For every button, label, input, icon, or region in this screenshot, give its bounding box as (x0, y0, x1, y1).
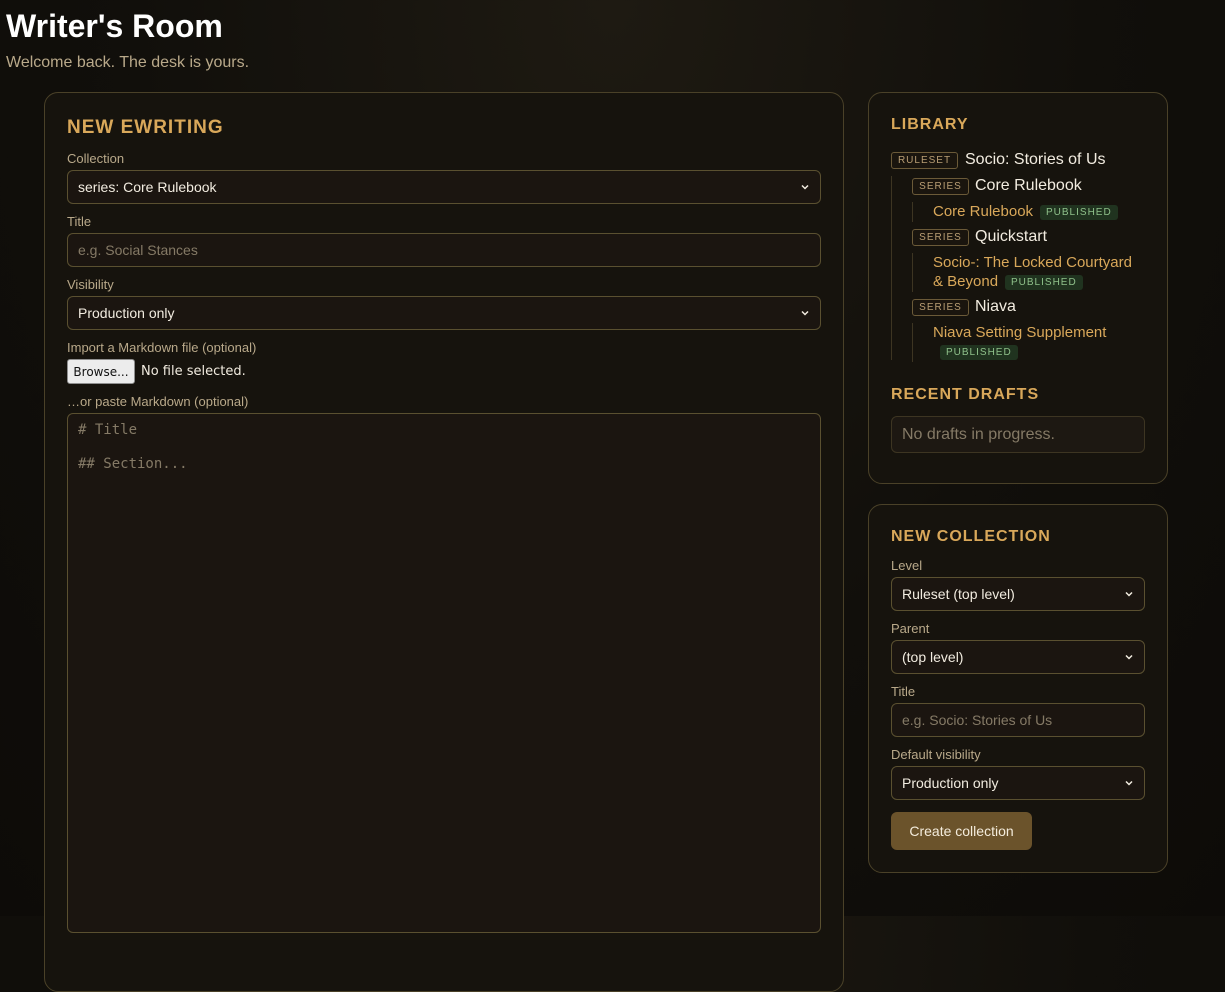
parent-select-value: (top level) (902, 649, 964, 665)
chevron-down-icon (1125, 654, 1133, 660)
series-badge: SERIES (912, 229, 969, 246)
default-visibility-value: Production only (902, 775, 999, 791)
tree-connector (891, 176, 892, 360)
ruleset-badge: RULESET (891, 152, 958, 169)
doc-core-rulebook[interactable]: Core Rulebook (933, 202, 1033, 221)
paste-label: …or paste Markdown (optional) (67, 394, 249, 409)
level-label: Level (891, 558, 923, 573)
create-collection-button[interactable]: Create collection (891, 812, 1032, 850)
library-heading: LIBRARY (891, 116, 969, 133)
published-badge: PUBLISHED (940, 345, 1018, 360)
series-quickstart[interactable]: Quickstart (975, 228, 1047, 246)
page-title: Writer's Room (6, 8, 223, 44)
markdown-placeholder-line: # Title (78, 422, 138, 438)
ruleset-title[interactable]: Socio: Stories of Us (965, 151, 1106, 169)
chevron-down-icon (1125, 591, 1133, 597)
title-input-placeholder: e.g. Social Stances (78, 242, 198, 258)
title-label: Title (67, 214, 92, 229)
series-niava[interactable]: Niava (975, 298, 1016, 316)
series-badge: SERIES (912, 178, 969, 195)
series-badge: SERIES (912, 299, 969, 316)
default-visibility-select[interactable]: Production only (891, 766, 1145, 800)
series-core-rulebook[interactable]: Core Rulebook (975, 177, 1082, 195)
collection-title-label: Title (891, 684, 916, 699)
new-collection-heading: NEW COLLECTION (891, 528, 1051, 545)
tree-connector (912, 253, 913, 292)
default-visibility-label: Default visibility (891, 747, 981, 762)
browse-button[interactable]: Browse... (67, 359, 135, 384)
new-writing-heading: NEW EWRITING (67, 117, 224, 138)
visibility-label: Visibility (67, 277, 114, 292)
markdown-placeholder-line: ## Section... (78, 456, 188, 472)
collection-title-input[interactable]: e.g. Socio: Stories of Us (891, 703, 1145, 737)
recent-drafts-heading: RECENT DRAFTS (891, 386, 1040, 403)
collection-select[interactable]: series: Core Rulebook (67, 170, 821, 204)
published-badge: PUBLISHED (1005, 275, 1083, 290)
doc-locked-courtyard-line2[interactable]: & Beyond (933, 272, 998, 291)
recent-drafts-empty: No drafts in progress. (891, 416, 1145, 453)
collection-title-placeholder: e.g. Socio: Stories of Us (902, 712, 1053, 728)
doc-niava-supplement[interactable]: Niava Setting Supplement (933, 323, 1106, 342)
page-subtitle: Welcome back. The desk is yours. (6, 54, 250, 71)
chevron-down-icon (801, 184, 809, 190)
tree-connector (912, 323, 913, 362)
doc-locked-courtyard[interactable]: Socio-: The Locked Courtyard (933, 253, 1132, 272)
collection-label: Collection (67, 151, 125, 166)
level-select[interactable]: Ruleset (top level) (891, 577, 1145, 611)
chevron-down-icon (801, 310, 809, 316)
file-status: No file selected. (141, 364, 246, 379)
markdown-textarea[interactable]: # Title ## Section... (67, 413, 821, 933)
title-input[interactable]: e.g. Social Stances (67, 233, 821, 267)
visibility-select[interactable]: Production only (67, 296, 821, 330)
visibility-select-value: Production only (78, 305, 175, 321)
import-label: Import a Markdown file (optional) (67, 340, 257, 355)
chevron-down-icon (1125, 780, 1133, 786)
level-select-value: Ruleset (top level) (902, 586, 1015, 602)
parent-select[interactable]: (top level) (891, 640, 1145, 674)
tree-connector (912, 202, 913, 222)
published-badge: PUBLISHED (1040, 205, 1118, 220)
parent-label: Parent (891, 621, 930, 636)
collection-select-value: series: Core Rulebook (78, 179, 217, 195)
